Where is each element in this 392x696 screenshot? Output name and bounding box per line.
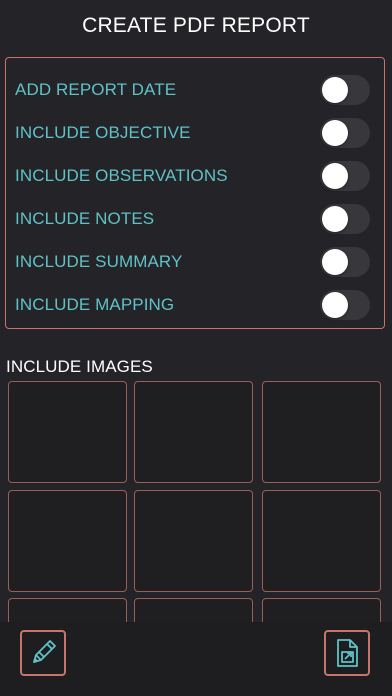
export-pdf-button[interactable] <box>324 630 370 676</box>
observations-toggle[interactable] <box>320 160 370 191</box>
option-label: INCLUDE OBJECTIVE <box>15 122 191 142</box>
bottom-toolbar <box>0 622 392 696</box>
image-slot[interactable] <box>134 381 253 483</box>
mapping-toggle[interactable] <box>320 289 370 320</box>
pencil-icon <box>33 640 56 663</box>
page-title: CREATE PDF REPORT <box>82 14 310 37</box>
option-label: INCLUDE MAPPING <box>15 294 175 314</box>
image-slot[interactable] <box>8 490 127 592</box>
option-row-observations: INCLUDE OBSERVATIONS <box>6 154 384 197</box>
image-slot[interactable] <box>262 381 381 483</box>
image-slot[interactable] <box>134 598 253 623</box>
edit-button[interactable] <box>20 630 66 676</box>
option-label: INCLUDE OBSERVATIONS <box>15 165 228 185</box>
export-document-icon <box>337 639 358 667</box>
objective-toggle[interactable] <box>320 117 370 148</box>
report-options-panel: ADD REPORT DATE INCLUDE OBJECTIVE INCLUD… <box>5 57 385 329</box>
toggle-knob <box>322 162 348 189</box>
image-grid <box>8 381 386 623</box>
option-row-notes: INCLUDE NOTES <box>6 197 384 240</box>
toggle-knob <box>322 248 348 275</box>
toggle-knob <box>322 119 348 146</box>
image-slot[interactable] <box>8 381 127 483</box>
image-slot[interactable] <box>134 490 253 592</box>
toggle-knob <box>322 76 348 103</box>
option-label: INCLUDE SUMMARY <box>15 251 183 271</box>
include-images-label: INCLUDE IMAGES <box>6 357 153 376</box>
option-row-mapping: INCLUDE MAPPING <box>6 283 384 326</box>
option-row-summary: INCLUDE SUMMARY <box>6 240 384 283</box>
option-label: INCLUDE NOTES <box>15 208 155 228</box>
option-label: ADD REPORT DATE <box>15 79 177 99</box>
notes-toggle[interactable] <box>320 203 370 234</box>
image-slot[interactable] <box>262 490 381 592</box>
toggle-knob <box>322 205 348 232</box>
image-slot[interactable] <box>8 598 127 623</box>
option-row-objective: INCLUDE OBJECTIVE <box>6 111 384 154</box>
summary-toggle[interactable] <box>320 246 370 277</box>
toggle-knob <box>322 291 348 318</box>
report-date-toggle[interactable] <box>320 74 370 105</box>
image-slot[interactable] <box>262 598 381 623</box>
option-row-report-date: ADD REPORT DATE <box>6 68 384 111</box>
